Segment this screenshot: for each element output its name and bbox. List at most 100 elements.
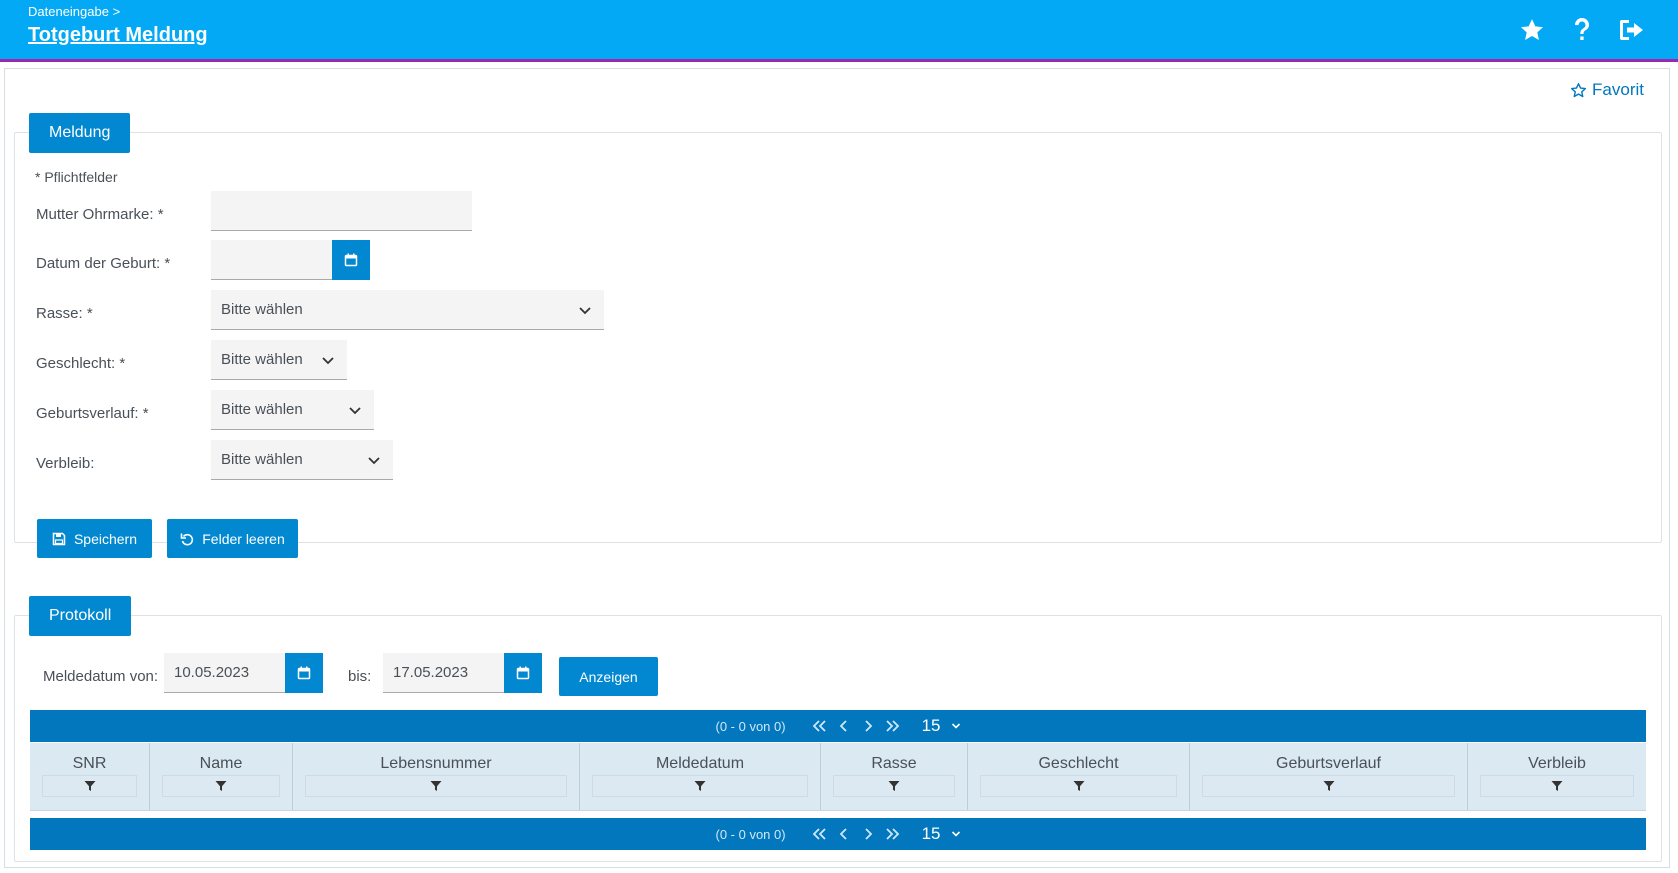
column-verbleib[interactable]: Verbleib xyxy=(1468,743,1646,810)
next-page-icon[interactable] xyxy=(856,822,880,846)
meldedatum-bis-label: bis: xyxy=(348,668,372,685)
column-label: Geburtsverlauf xyxy=(1276,755,1381,772)
meldedatum-bis-input[interactable] xyxy=(383,653,504,692)
verbleib-value: Bitte wählen xyxy=(221,451,303,468)
datum-geburt-calendar-button[interactable] xyxy=(332,240,370,280)
filter-icon xyxy=(1551,781,1563,791)
filter-button[interactable] xyxy=(1480,775,1634,797)
filter-icon xyxy=(888,781,900,791)
meldedatum-bis-field[interactable] xyxy=(383,653,504,693)
rows-per-page-dropdown[interactable]: 15 xyxy=(922,824,961,844)
table-header: SNR Name Lebensnummer Meldedatum Rasse G… xyxy=(30,743,1646,811)
first-page-icon[interactable] xyxy=(808,714,832,738)
last-page-icon[interactable] xyxy=(880,822,904,846)
filter-icon xyxy=(1323,781,1334,791)
datum-geburt-label: Datum der Geburt: * xyxy=(36,255,171,272)
meldung-fieldset: Meldung * Pflichtfelder Mutter Ohrmarke:… xyxy=(14,113,1662,558)
required-hint: * Pflichtfelder xyxy=(35,169,118,185)
geschlecht-label: Geschlecht: * xyxy=(36,355,126,372)
calendar-icon xyxy=(516,666,530,680)
geburtsverlauf-select[interactable]: Bitte wählen xyxy=(211,390,374,430)
verbleib-select[interactable]: Bitte wählen xyxy=(211,440,393,480)
show-button-label: Anzeigen xyxy=(579,668,638,685)
filter-icon xyxy=(430,781,442,791)
column-label: Verbleib xyxy=(1528,755,1586,772)
calendar-icon xyxy=(344,253,358,267)
favorite-label: Favorit xyxy=(1592,80,1644,99)
meldedatum-von-label: Meldedatum von: xyxy=(43,668,159,685)
rasse-value: Bitte wählen xyxy=(221,301,303,318)
geschlecht-value: Bitte wählen xyxy=(221,351,303,368)
rows-per-page-dropdown[interactable]: 15 xyxy=(922,716,961,736)
column-geburtsverlauf[interactable]: Geburtsverlauf xyxy=(1190,743,1468,810)
star-outline-icon xyxy=(1571,82,1587,97)
column-lebensnummer[interactable]: Lebensnummer xyxy=(293,743,580,810)
filter-icon xyxy=(84,781,95,791)
clear-fields-button[interactable]: Felder leeren xyxy=(167,519,298,558)
prev-page-icon[interactable] xyxy=(832,714,856,738)
datum-geburt-field[interactable] xyxy=(211,240,332,280)
mutter-ohrmarke-field[interactable] xyxy=(211,191,472,231)
rows-per-page-value: 15 xyxy=(921,716,941,735)
first-page-icon[interactable] xyxy=(808,822,832,846)
clear-fields-button-label: Felder leeren xyxy=(202,530,285,547)
mutter-ohrmarke-input[interactable] xyxy=(211,191,472,230)
rasse-label: Rasse: * xyxy=(36,305,93,322)
content-panel: Favorit Meldung * Pflichtfelder Mutter O… xyxy=(4,68,1670,868)
filter-button[interactable] xyxy=(980,775,1177,797)
save-icon xyxy=(52,532,66,545)
save-button-label: Speichern xyxy=(73,530,138,547)
filter-button[interactable] xyxy=(305,775,567,797)
column-label: Lebensnummer xyxy=(380,755,492,772)
help-icon[interactable] xyxy=(1566,14,1598,46)
meldedatum-von-input[interactable] xyxy=(164,653,285,692)
filter-button[interactable] xyxy=(833,775,955,797)
chevron-down-icon xyxy=(579,306,591,314)
meldedatum-von-field[interactable] xyxy=(164,653,285,693)
prev-page-icon[interactable] xyxy=(832,822,856,846)
column-label: Meldedatum xyxy=(655,755,745,772)
favorite-link[interactable]: Favorit xyxy=(1570,80,1644,100)
verbleib-label: Verbleib: xyxy=(36,455,95,472)
calendar-icon xyxy=(297,666,311,680)
mutter-ohrmarke-label: Mutter Ohrmarke: * xyxy=(36,206,164,223)
column-snr[interactable]: SNR xyxy=(30,743,150,810)
breadcrumb[interactable]: Dateneingabe > xyxy=(28,4,120,19)
show-button[interactable]: Anzeigen xyxy=(559,657,658,696)
column-meldedatum[interactable]: Meldedatum xyxy=(580,743,821,810)
filter-icon xyxy=(1073,781,1084,791)
chevron-down-icon xyxy=(951,831,960,837)
logout-icon[interactable] xyxy=(1616,14,1648,46)
save-button[interactable]: Speichern xyxy=(37,519,152,558)
column-name[interactable]: Name xyxy=(150,743,293,810)
page-title[interactable]: Totgeburt Meldung xyxy=(28,24,208,47)
meldedatum-bis-calendar-button[interactable] xyxy=(504,653,542,693)
paginator-report: (0 - 0 von 0) xyxy=(715,826,786,842)
star-icon[interactable] xyxy=(1516,14,1548,46)
rasse-select[interactable]: Bitte wählen xyxy=(211,290,604,330)
chevron-down-icon xyxy=(322,356,334,364)
paginator-bottom: (0 - 0 von 0) 15 xyxy=(30,818,1646,850)
protokoll-legend[interactable]: Protokoll xyxy=(29,596,132,636)
filter-button[interactable] xyxy=(592,775,808,797)
filter-button[interactable] xyxy=(1202,775,1455,797)
chevron-down-icon xyxy=(368,456,380,464)
chevron-down-icon xyxy=(349,406,361,414)
meldedatum-von-calendar-button[interactable] xyxy=(285,653,323,693)
column-rasse[interactable]: Rasse xyxy=(821,743,968,810)
datum-geburt-input[interactable] xyxy=(211,240,332,279)
filter-button[interactable] xyxy=(162,775,280,797)
meldung-legend[interactable]: Meldung xyxy=(29,113,131,153)
chevron-down-icon xyxy=(951,723,960,729)
last-page-icon[interactable] xyxy=(880,714,904,738)
filter-button[interactable] xyxy=(42,775,137,797)
filter-icon xyxy=(215,781,227,791)
paginator-report: (0 - 0 von 0) xyxy=(715,718,786,734)
top-bar: Dateneingabe > Totgeburt Meldung xyxy=(0,0,1678,62)
next-page-icon[interactable] xyxy=(856,714,880,738)
geburtsverlauf-value: Bitte wählen xyxy=(221,401,303,418)
geburtsverlauf-label: Geburtsverlauf: * xyxy=(36,405,149,422)
geschlecht-select[interactable]: Bitte wählen xyxy=(211,340,347,380)
paginator-top: (0 - 0 von 0) 15 xyxy=(30,710,1646,742)
column-geschlecht[interactable]: Geschlecht xyxy=(968,743,1190,810)
